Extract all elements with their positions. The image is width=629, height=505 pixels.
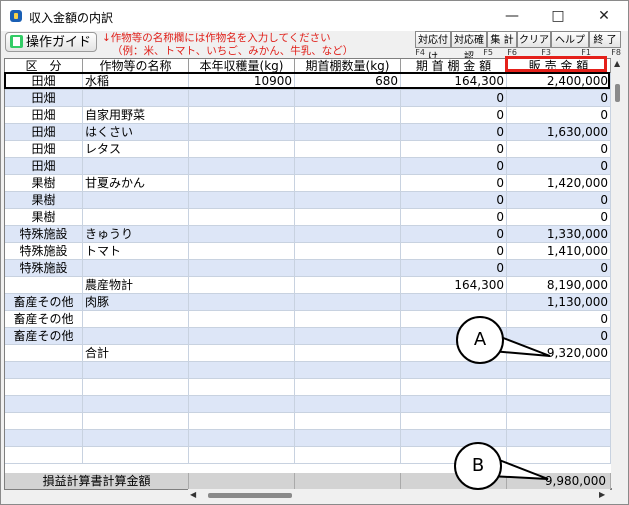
callout-pointers [488, 334, 551, 480]
callout-a: A [456, 316, 504, 364]
callout-b: B [454, 442, 502, 490]
